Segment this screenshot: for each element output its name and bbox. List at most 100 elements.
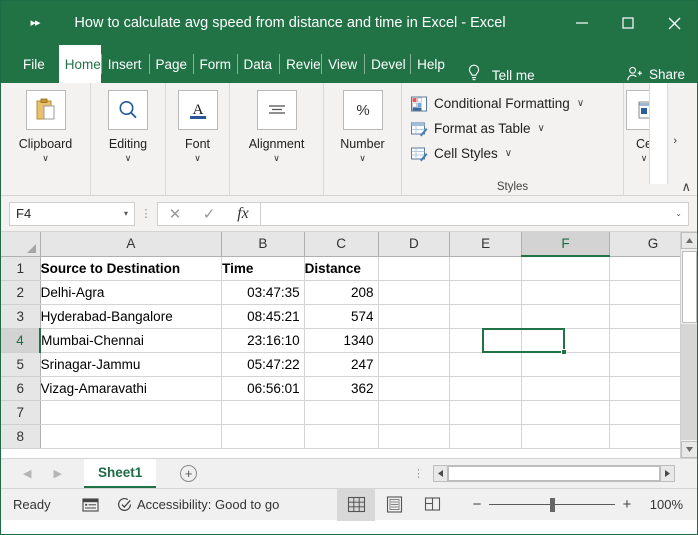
cell-e4[interactable] xyxy=(450,328,522,352)
cell-b3[interactable]: 08:45:21 xyxy=(222,304,305,328)
scroll-left-button[interactable] xyxy=(434,466,448,481)
cell-e5[interactable] xyxy=(450,352,522,376)
cell-d1[interactable] xyxy=(378,256,450,280)
scroll-down-button[interactable] xyxy=(681,441,697,458)
cell-c2[interactable]: 208 xyxy=(304,280,378,304)
cell-a8[interactable] xyxy=(40,424,221,448)
cell-f3[interactable] xyxy=(521,304,609,328)
row-header-8[interactable]: 8 xyxy=(1,424,40,448)
cell-f7[interactable] xyxy=(521,400,609,424)
vertical-scrollbar[interactable] xyxy=(680,232,697,458)
cell-e3[interactable] xyxy=(450,304,522,328)
cell-f2[interactable] xyxy=(521,280,609,304)
formula-bar-grip[interactable]: ⋮ xyxy=(135,212,157,216)
tab-data[interactable]: Data xyxy=(237,45,280,83)
cell-d7[interactable] xyxy=(378,400,450,424)
column-header-b[interactable]: B xyxy=(222,232,305,256)
add-sheet-button[interactable]: + xyxy=(180,465,197,482)
cell-b2[interactable]: 03:47:35 xyxy=(222,280,305,304)
zoom-level-label[interactable]: 100% xyxy=(639,497,697,512)
chevron-down-icon[interactable]: ∨ xyxy=(577,98,584,109)
row-header-6[interactable]: 6 xyxy=(1,376,40,400)
cell-a6[interactable]: Vizag-Amaravathi xyxy=(40,376,221,400)
cell-d4[interactable] xyxy=(378,328,450,352)
font-a-icon[interactable]: A xyxy=(178,90,218,130)
share-button[interactable]: Share xyxy=(626,65,697,83)
row-header-1[interactable]: 1 xyxy=(1,256,40,280)
collapse-ribbon-button[interactable]: ∧ xyxy=(681,180,691,193)
cell-b4[interactable]: 23:16:10 xyxy=(222,328,305,352)
cell-a7[interactable] xyxy=(40,400,221,424)
cell-a1[interactable]: Source to Destination xyxy=(40,256,221,280)
tab-home[interactable]: Home xyxy=(59,45,101,83)
chevron-down-icon[interactable]: ∨ xyxy=(359,154,366,163)
name-box[interactable]: F4 ▾ xyxy=(9,202,135,226)
cell-b1[interactable]: Time xyxy=(222,256,305,280)
clipboard-icon[interactable] xyxy=(26,90,66,130)
cancel-icon[interactable]: ✕ xyxy=(158,203,192,225)
cell-c4[interactable]: 1340 xyxy=(304,328,378,352)
cell-f1[interactable] xyxy=(521,256,609,280)
cell-d6[interactable] xyxy=(378,376,450,400)
cell-a3[interactable]: Hyderabad-Bangalore xyxy=(40,304,221,328)
cell-b5[interactable]: 05:47:22 xyxy=(222,352,305,376)
column-header-e[interactable]: E xyxy=(450,232,522,256)
row-header-2[interactable]: 2 xyxy=(1,280,40,304)
horizontal-scroll-thumb[interactable] xyxy=(448,466,660,481)
cell-f8[interactable] xyxy=(521,424,609,448)
cell-c8[interactable] xyxy=(304,424,378,448)
close-button[interactable] xyxy=(651,1,697,45)
alignment-icon[interactable] xyxy=(257,90,297,130)
row-header-7[interactable]: 7 xyxy=(1,400,40,424)
cell-e2[interactable] xyxy=(450,280,522,304)
cell-d2[interactable] xyxy=(378,280,450,304)
tell-me-box[interactable]: Tell me xyxy=(492,68,541,83)
cell-b7[interactable] xyxy=(222,400,305,424)
horizontal-scrollbar[interactable] xyxy=(433,465,675,482)
cell-a2[interactable]: Delhi-Agra xyxy=(40,280,221,304)
ribbon-overflow-icon[interactable]: › xyxy=(673,135,677,147)
cell-c7[interactable] xyxy=(304,400,378,424)
record-macro-icon[interactable] xyxy=(76,497,106,513)
row-header-5[interactable]: 5 xyxy=(1,352,40,376)
chevron-down-icon[interactable]: ∨ xyxy=(273,154,280,163)
cell-d8[interactable] xyxy=(378,424,450,448)
column-header-c[interactable]: C xyxy=(304,232,378,256)
cell-styles-button[interactable]: Cell Styles ∨ xyxy=(410,141,623,166)
chevron-down-icon[interactable]: ∨ xyxy=(194,154,201,163)
formula-input[interactable]: ⌄ xyxy=(261,202,689,226)
cell-d5[interactable] xyxy=(378,352,450,376)
insert-function-icon[interactable]: fx xyxy=(226,203,260,225)
cell-f6[interactable] xyxy=(521,376,609,400)
tab-page-layout[interactable]: Page xyxy=(149,45,193,83)
zoom-in-button[interactable]: + xyxy=(615,496,639,513)
tab-review[interactable]: Revie xyxy=(279,45,321,83)
cell-e1[interactable] xyxy=(450,256,522,280)
cell-e6[interactable] xyxy=(450,376,522,400)
cell-e8[interactable] xyxy=(450,424,522,448)
chevron-down-icon[interactable]: ∨ xyxy=(641,154,648,163)
chevron-down-icon[interactable]: ∨ xyxy=(125,154,132,163)
tab-view[interactable]: View xyxy=(321,45,364,83)
tab-help[interactable]: Help xyxy=(410,45,452,83)
chevron-down-icon[interactable]: ∨ xyxy=(538,123,545,134)
percent-icon[interactable]: % xyxy=(343,90,383,130)
zoom-slider[interactable] xyxy=(489,489,615,521)
vertical-scroll-thumb[interactable] xyxy=(682,251,697,323)
expand-formula-bar-icon[interactable]: ⌄ xyxy=(671,209,682,218)
scroll-right-button[interactable] xyxy=(660,466,674,481)
cell-f4[interactable] xyxy=(521,328,609,352)
cell-c6[interactable]: 362 xyxy=(304,376,378,400)
chevron-down-icon[interactable]: ∨ xyxy=(42,154,49,163)
sheet-tab-sheet1[interactable]: Sheet1 xyxy=(84,459,156,488)
tab-formulas[interactable]: Form xyxy=(193,45,237,83)
cell-f5[interactable] xyxy=(521,352,609,376)
accessibility-status[interactable]: Accessibility: Good to go xyxy=(116,496,279,513)
cell-e7[interactable] xyxy=(450,400,522,424)
minimize-button[interactable] xyxy=(559,1,605,45)
cell-b6[interactable]: 06:56:01 xyxy=(222,376,305,400)
cell-d3[interactable] xyxy=(378,304,450,328)
format-as-table-button[interactable]: Format as Table ∨ xyxy=(410,116,623,141)
row-header-4[interactable]: 4 xyxy=(1,328,40,352)
previous-sheet-button[interactable]: ◀ xyxy=(23,467,31,480)
